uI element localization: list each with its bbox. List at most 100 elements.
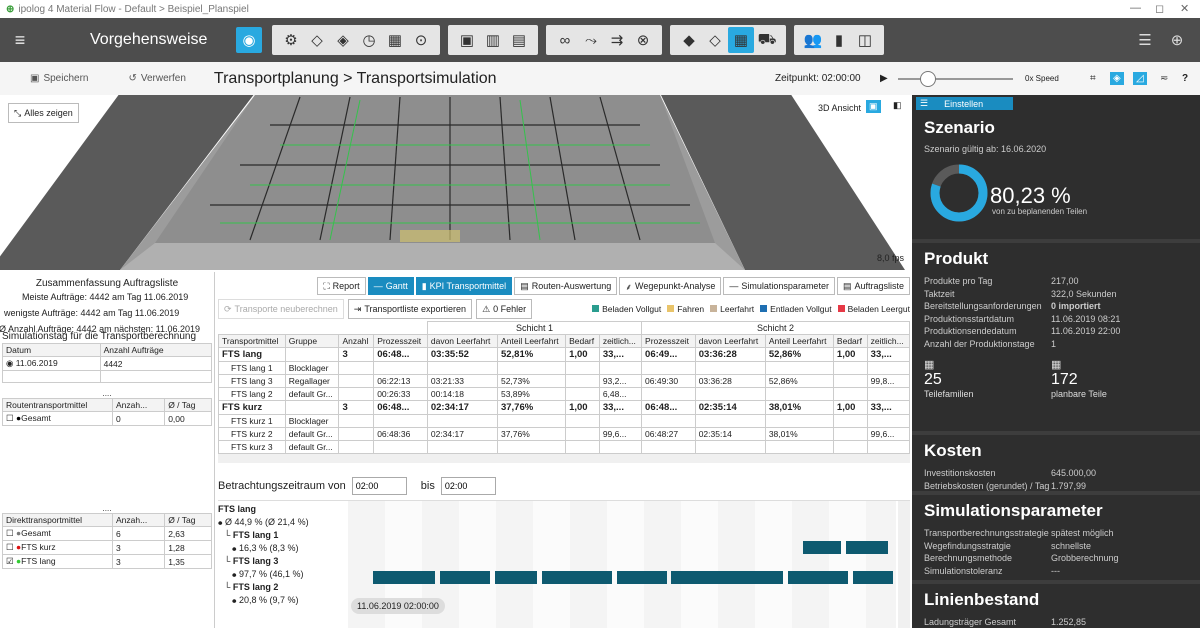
tab-order-list[interactable]: ▤ Auftragsliste <box>836 277 910 295</box>
settings-button[interactable]: ☰ Einstellen <box>916 97 1013 110</box>
horizontal-scrollbar[interactable] <box>218 453 910 463</box>
transport-icon[interactable]: ◆ <box>676 27 702 53</box>
table-row[interactable]: FTS lang 2 default Gr... 00:26:33 00:14:18 5… <box>218 387 910 401</box>
checkbox-checked[interactable]: ☑ <box>6 556 14 566</box>
cube-icon[interactable]: ◈ <box>1110 72 1124 85</box>
kpi-col-header[interactable]: Prozesszeit <box>373 334 428 348</box>
simulation-icon[interactable]: ▦ <box>728 27 754 53</box>
gantt-bar[interactable] <box>846 541 888 554</box>
kpi-col-header[interactable]: Anzahl <box>338 334 375 348</box>
table-row[interactable]: ☑ ●FTS lang 3 1,35 <box>2 554 212 569</box>
table-cell <box>338 387 375 401</box>
kpi-col-header[interactable]: davon Leerfahrt <box>426 334 498 348</box>
tab-kpi[interactable]: ▮ KPI Transportmittel <box>415 277 513 295</box>
table-row[interactable]: ☐ ●Gesamt 6 2,63 <box>2 526 212 541</box>
table-row[interactable]: FTS lang 1 Blocklager <box>218 361 910 375</box>
area-icon[interactable]: ▤ <box>506 27 532 53</box>
show-all-button[interactable]: ⤡ Alles zeigen <box>8 103 79 123</box>
tab-report[interactable]: ⛶ Report <box>317 277 366 295</box>
tab-sim-params[interactable]: — Simulationsparameter <box>723 277 835 295</box>
3d-view-icon[interactable]: ▣ <box>866 100 881 113</box>
table-row[interactable]: FTS kurz 2 default Gr... 06:48:36 02:34:17 3… <box>218 427 910 441</box>
gantt-bar[interactable] <box>440 571 490 584</box>
flow-icon[interactable]: ⇉ <box>604 27 630 53</box>
gantt-bar[interactable] <box>671 571 783 584</box>
table-cell: 06:48... <box>373 347 428 362</box>
play-button[interactable]: ▶ <box>880 73 888 84</box>
gantt-bar[interactable] <box>803 541 841 554</box>
chart-icon[interactable]: ◿ <box>1133 72 1147 85</box>
route-icon[interactable]: ⤳ <box>578 27 604 53</box>
kpi-col-header[interactable]: Transportmittel <box>218 334 286 348</box>
close-icon[interactable]: ✕ <box>1180 2 1189 15</box>
search-cost-icon[interactable]: ⊙ <box>408 27 434 53</box>
statistics-icon[interactable]: ▮ <box>826 27 852 53</box>
vertical-scrollbar[interactable] <box>898 501 910 628</box>
period-from-input[interactable] <box>351 477 407 495</box>
kpi-col-header[interactable]: davon Leerfahrt <box>694 334 766 348</box>
layout-icon[interactable]: ▣ <box>454 27 480 53</box>
gantt-timeline[interactable]: 11.06.2019 02:00:00 <box>348 501 896 628</box>
link-icon[interactable]: ∞ <box>552 27 578 53</box>
gantt-bar[interactable] <box>495 571 537 584</box>
kpi-col-header[interactable]: Bedarf <box>565 334 600 348</box>
kpi-col-header[interactable]: Anteil Leerfahrt <box>764 334 834 348</box>
speed-slider[interactable] <box>898 78 1013 80</box>
checkbox[interactable]: ☐ <box>6 528 14 538</box>
kpi-col-header[interactable]: zeitlich... <box>866 334 910 348</box>
maximize-icon[interactable]: ◻ <box>1155 2 1164 15</box>
calendar-icon[interactable]: ▦ <box>382 27 408 53</box>
kpi-col-header[interactable]: Bedarf <box>832 334 868 348</box>
speed-slider-handle[interactable] <box>920 71 936 87</box>
staff-icon[interactable]: 👥 <box>800 27 826 53</box>
save-button[interactable]: ▣ Speichern <box>30 73 88 84</box>
tab-route-analysis[interactable]: ▤ Routen-Auswertung <box>514 277 618 295</box>
packaging-icon[interactable]: ◈ <box>330 27 356 53</box>
kpi-col-header[interactable]: Gruppe <box>284 334 340 348</box>
kpi-col-header[interactable]: zeitlich... <box>598 334 643 348</box>
recalc-button[interactable]: ⟳ Transporte neuberechnen <box>218 299 344 319</box>
table-row[interactable]: FTS lang 3 Regallager 06:22:13 03:21:33 52,7… <box>218 374 910 388</box>
parts-icon[interactable]: ⚙ <box>278 27 304 53</box>
menu-icon[interactable]: ≡ <box>0 30 40 51</box>
table-row[interactable]: ☐ ●Gesamt 0 0,00 <box>2 411 212 426</box>
kpi-col-header[interactable]: Anteil Leerfahrt <box>496 334 567 348</box>
table-row[interactable]: ☐ ●FTS kurz 3 1,28 <box>2 540 212 555</box>
gantt-bar[interactable] <box>617 571 667 584</box>
gantt-bar[interactable] <box>542 571 612 584</box>
filter-icon[interactable]: ≂ <box>1160 73 1168 84</box>
table-row[interactable]: ◉ 11.06.2019 4442 <box>2 356 213 371</box>
errors-button[interactable]: ⚠ 0 Fehler <box>476 299 533 319</box>
kpi-col-header[interactable]: Prozesszeit <box>641 334 696 348</box>
gantt-bar[interactable] <box>373 571 435 584</box>
report-icon[interactable]: ◫ <box>852 27 878 53</box>
tab-waypoint[interactable]: ⸙ Wegepunkt-Analyse <box>619 277 722 295</box>
period-to-input[interactable] <box>440 477 496 495</box>
checkbox[interactable]: ☐ <box>6 542 14 552</box>
3d-view[interactable]: ⤡ Alles zeigen 3D Ansicht ▣ ◧ 8,0 fps <box>0 95 910 270</box>
table-row[interactable]: FTS kurz 3 default Gr... <box>218 440 910 454</box>
table-row[interactable]: FTS lang 3 06:48... 03:35:52 52,81% 1,00 33,..… <box>218 347 910 362</box>
minimize-icon[interactable]: — <box>1130 2 1141 14</box>
discard-button[interactable]: ↺ Verwerfen <box>128 73 185 84</box>
checkbox[interactable]: ☐ <box>6 413 14 423</box>
split-view-icon[interactable]: ◧ <box>893 100 902 111</box>
fit-icon[interactable]: ⌗ <box>1090 73 1096 84</box>
process-icon[interactable]: ◉ <box>236 27 262 53</box>
table-row[interactable]: FTS kurz 1 Blocklager <box>218 414 910 428</box>
container-icon[interactable]: ◇ <box>304 27 330 53</box>
radio-icon[interactable]: ◉ <box>6 358 13 368</box>
gantt-bar[interactable] <box>853 571 893 584</box>
connect-icon[interactable]: ⊗ <box>630 27 656 53</box>
export-button[interactable]: ⇥ Transportliste exportieren <box>347 299 473 319</box>
gantt-bar[interactable] <box>788 571 848 584</box>
clock-icon[interactable]: ◷ <box>356 27 382 53</box>
grid-icon[interactable]: ▥ <box>480 27 506 53</box>
tab-gantt[interactable]: — Gantt <box>367 277 414 295</box>
table-row[interactable]: FTS kurz 3 06:48... 02:34:17 37,76% 1,00 33,..… <box>218 400 910 415</box>
storage-icon[interactable]: ◇ <box>702 27 728 53</box>
settings-sliders-icon[interactable]: ☰ <box>1132 27 1158 53</box>
forklift-icon[interactable]: ⛟ <box>754 27 780 53</box>
help-icon[interactable]: ? <box>1182 73 1188 84</box>
network-icon[interactable]: ⊕ <box>1164 27 1190 53</box>
